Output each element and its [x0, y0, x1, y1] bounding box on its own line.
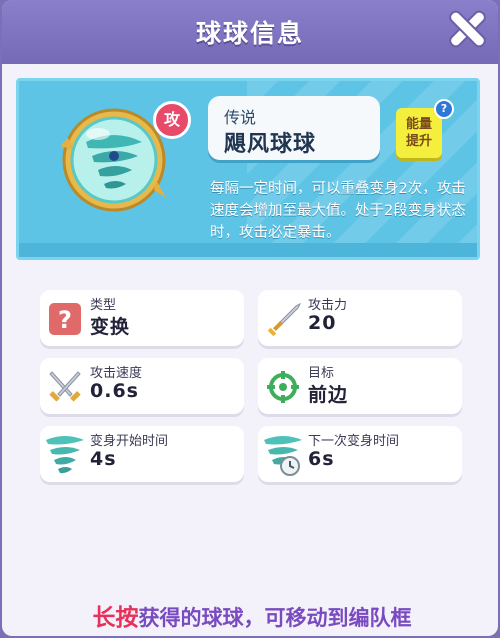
stat-value: 前边 [308, 384, 349, 406]
ball-name-box: 传说 飓风球球 [208, 96, 380, 160]
stat-value: 变换 [90, 316, 131, 338]
stat-card-type: ? 类型 变换 [40, 290, 244, 346]
stat-label: 变身开始时间 [90, 434, 169, 449]
footer-hint: 长按获得的球球，可移动到编队框 [2, 598, 498, 632]
close-icon[interactable] [444, 6, 490, 52]
energy-label-line2: 提升 [405, 134, 432, 149]
ball-info-window: 球球信息 攻 传说 飓风球球 能量 提升 ? 每隔一定时间，可以重叠变身2次，攻… [2, 0, 498, 636]
stat-value: 0.6s [90, 380, 139, 402]
tornado-clock-icon [264, 436, 302, 476]
stat-value: 20 [308, 312, 337, 334]
crosshair-icon [267, 371, 299, 403]
stat-label: 攻击力 [308, 298, 348, 313]
crossed-swords-icon [49, 371, 81, 402]
attack-type-badge: 攻 [153, 101, 191, 139]
stat-card-transform-start: 变身开始时间 4s [40, 426, 244, 482]
energy-label-line1: 能量 [405, 117, 432, 132]
ball-name: 飓风球球 [224, 132, 317, 157]
stat-card-attack-speed: 攻击速度 0.6s [40, 358, 244, 414]
window-title: 球球信息 [195, 19, 304, 48]
footer-hint-highlight: 长按 [92, 605, 139, 631]
stat-card-next-transform: 下一次变身时间 6s [258, 426, 462, 482]
ball-description: 每隔一定时间，可以重叠变身2次，攻击速度会增加至最大值。处于2段变身状态时，攻击… [210, 181, 466, 241]
ball-rarity: 传说 [224, 108, 257, 127]
svg-text:?: ? [58, 306, 72, 334]
stat-label: 类型 [90, 298, 117, 313]
stat-label: 下一次变身时间 [308, 434, 400, 449]
question-icon: ? [49, 303, 81, 335]
stat-label: 攻击速度 [90, 366, 143, 381]
title-bar: 球球信息 [2, 0, 498, 64]
help-icon[interactable]: ? [434, 99, 454, 119]
sword-icon [267, 302, 302, 337]
stat-value: 6s [308, 448, 335, 470]
stat-card-target: 目标 前边 [258, 358, 462, 414]
footer-hint-text: 获得的球球，可移动到编队框 [138, 606, 412, 630]
stat-card-attack: 攻击力 20 [258, 290, 462, 346]
tornado-icon [46, 436, 84, 474]
energy-upgrade-button[interactable]: 能量 提升 [396, 108, 442, 158]
stat-value: 4s [90, 448, 117, 470]
stat-label: 目标 [308, 366, 335, 381]
